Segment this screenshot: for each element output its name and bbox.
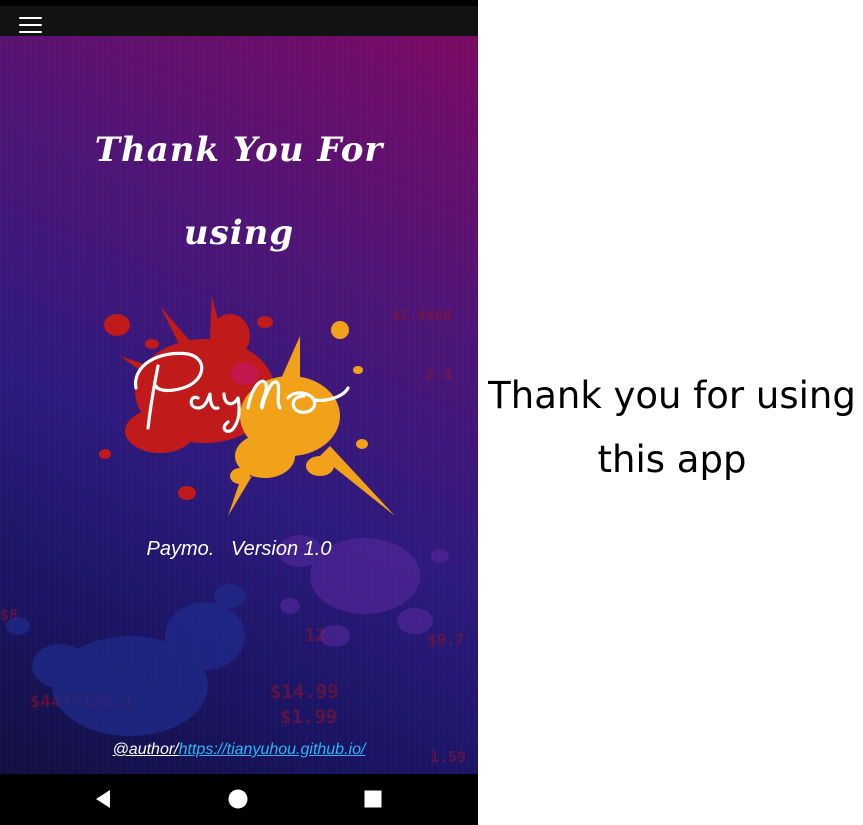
paymo-logo [134, 351, 350, 433]
recents-square-icon[interactable] [362, 788, 384, 810]
app-version-label: Paymo. Version 1.0 [146, 538, 332, 560]
phone-screen: $2.4400 $4477128.3 $14.99 $1.99 12 2.4 $… [0, 0, 478, 825]
page: $2.4400 $4477128.3 $14.99 $1.99 12 2.4 $… [0, 0, 863, 825]
home-circle-icon[interactable] [227, 788, 249, 810]
title-line-2: using [183, 213, 295, 253]
navigation-bar [0, 774, 478, 825]
splash-screen: $2.4400 $4477128.3 $14.99 $1.99 12 2.4 $… [0, 36, 478, 774]
author-line: @author/https://tianyuhou.github.io/ [0, 741, 478, 759]
thank-you-message: Thank you for using this app [486, 364, 858, 492]
author-label: @author/ [112, 741, 179, 758]
hamburger-menu-icon[interactable] [19, 17, 43, 35]
message-line-2: this app [597, 438, 747, 481]
back-triangle-icon[interactable] [92, 788, 114, 810]
app-bar [0, 6, 478, 36]
title-line-1: Thank You For [94, 130, 384, 170]
message-line-1: Thank you for using [488, 374, 856, 417]
author-website-link[interactable]: https://tianyuhou.github.io/ [179, 741, 366, 758]
